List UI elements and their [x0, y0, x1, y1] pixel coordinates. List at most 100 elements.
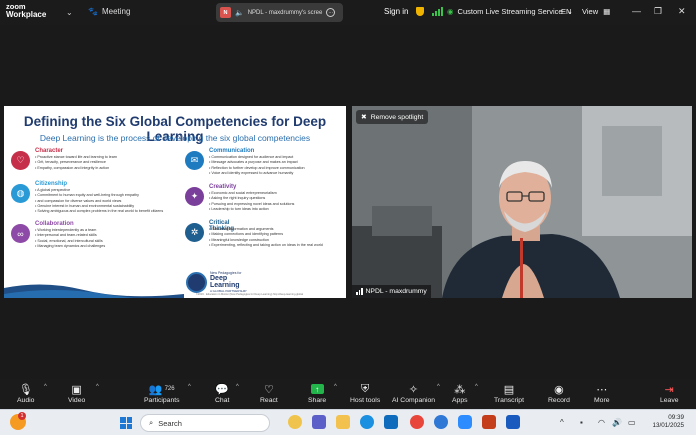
participant-video-feed — [352, 106, 692, 298]
share-title: NPDL - maxdrummy's scree — [247, 9, 323, 16]
share-options-chevron-icon[interactable]: ^ — [334, 384, 337, 390]
apps-options-chevron-icon[interactable]: ^ — [475, 384, 478, 390]
chat-options-chevron-icon[interactable]: ^ — [236, 384, 239, 390]
teams-tray-icon[interactable]: ▪ — [580, 418, 583, 427]
react-button[interactable]: ♡ React — [260, 381, 278, 405]
slide-footer: ©2019 · Education in Motion (New Pedagog… — [196, 293, 304, 296]
heart-icon: ♡ — [11, 151, 30, 170]
ai-companion-label: AI Companion — [392, 397, 436, 404]
participant-video-tile[interactable]: ✖ Remove spotlight NPDL - maxdrummy — [352, 106, 692, 298]
show-hidden-icons-chevron-icon[interactable]: ^ — [560, 418, 564, 427]
security-shield-icon[interactable] — [416, 7, 424, 16]
share-screen-icon: ↑ — [310, 384, 324, 394]
chrome-profile-icon[interactable] — [434, 415, 448, 429]
word-app-icon[interactable] — [506, 415, 520, 429]
chat-bubble-icon: 💬 — [215, 383, 230, 396]
minimize-icon[interactable]: — — [632, 6, 641, 16]
host-tools-label: Host tools — [350, 397, 381, 404]
host-tools-button[interactable]: ⛨ Host tools — [350, 381, 381, 405]
copilot-app-icon[interactable] — [288, 415, 302, 429]
taskbar-search-box[interactable]: ⌕ Search — [140, 414, 270, 432]
slide-subtitle: Deep Learning is the process of developi… — [39, 133, 311, 143]
sign-in-link[interactable]: Sign in — [384, 7, 408, 16]
ai-companion-button[interactable]: ✧ AI Companion — [392, 381, 436, 405]
view-label: View — [582, 7, 599, 16]
participants-button[interactable]: 👥 726 Participants — [144, 381, 180, 405]
audio-button[interactable]: 🎙 Audio — [17, 381, 35, 405]
network-icon: ✲ — [185, 223, 204, 242]
battery-icon[interactable]: ▭ — [628, 418, 636, 427]
npdl-logo-mark — [186, 271, 207, 293]
video-camera-icon: ▣ — [71, 383, 82, 396]
apps-button[interactable]: ⁂ Apps — [452, 381, 468, 405]
bullet: Interpersonal and team-related skills — [35, 233, 105, 238]
language-selector[interactable]: EN — [561, 7, 571, 16]
audio-label: Audio — [17, 397, 35, 404]
more-label: More — [594, 397, 610, 404]
screen-share-indicator[interactable]: N 🔈 NPDL - maxdrummy's scree ⋯ — [216, 3, 343, 22]
clock-time: 09:39 — [668, 414, 684, 421]
bullet: Voice and identity expressed to advance … — [209, 171, 305, 176]
chat-button[interactable]: 💬 Chat — [215, 381, 230, 405]
share-label: Share — [308, 397, 327, 404]
live-streaming-status[interactable]: ◉ Custom Live Streaming Service ⌄ — [447, 7, 573, 16]
search-placeholder: Search — [158, 418, 182, 428]
chrome-browser-icon[interactable] — [410, 415, 424, 429]
wifi-icon[interactable]: ◠ — [598, 418, 605, 427]
zoom-app-icon[interactable] — [458, 415, 472, 429]
slide-wave-decoration — [4, 284, 184, 298]
remove-spotlight-button[interactable]: ✖ Remove spotlight — [356, 110, 429, 124]
search-icon: ⌕ — [149, 418, 154, 427]
participant-name-tag: NPDL - maxdrummy — [352, 285, 431, 298]
bullet: Managing team dynamics and challenges — [35, 244, 105, 249]
leave-button[interactable]: ⇥ Leave — [660, 381, 679, 405]
participant-name: NPDL - maxdrummy — [365, 288, 427, 295]
ai-companion-options-chevron-icon[interactable]: ^ — [437, 384, 440, 390]
file-explorer-icon[interactable] — [336, 415, 350, 429]
app-logo: zoom Workplace — [6, 3, 46, 19]
powerpoint-app-icon[interactable] — [482, 415, 496, 429]
bullet: Empathy, compassion and integrity in act… — [35, 166, 117, 171]
record-button[interactable]: ◉ Record — [548, 381, 570, 405]
competency-name: Citizenship — [35, 181, 68, 187]
teams-app-icon[interactable] — [312, 415, 326, 429]
bullet: Grit, tenacity, perseverance and resilie… — [35, 160, 117, 165]
shared-screen-slide[interactable]: Defining the Six Global Competencies for… — [4, 106, 346, 298]
bullet: Experimenting, reflecting and taking act… — [209, 243, 323, 248]
transcript-button[interactable]: ▤ Transcript — [494, 381, 524, 405]
volume-icon[interactable]: 🔊 — [612, 418, 622, 427]
more-button[interactable]: ⋯ More — [594, 381, 610, 405]
edge-browser-icon[interactable] — [360, 415, 374, 429]
meeting-label: Meeting — [101, 7, 131, 16]
more-icon: ⋯ — [596, 383, 608, 396]
close-icon[interactable]: ✕ — [678, 6, 686, 17]
live-streaming-label: Custom Live Streaming Service — [457, 7, 563, 16]
pin-icon: ✖ — [361, 114, 367, 121]
clock-date: 13/01/2025 — [652, 422, 684, 429]
meeting-tab[interactable]: 🐾 Meeting — [88, 7, 130, 16]
restore-icon[interactable]: ❐ — [654, 6, 662, 17]
video-options-chevron-icon[interactable]: ^ — [96, 384, 99, 390]
view-menu[interactable]: View ▦ — [582, 7, 610, 16]
more-options-icon[interactable]: ⋯ — [326, 8, 336, 17]
microphone-icon: 🎙 — [18, 383, 33, 396]
logo-line2b: Learning — [210, 282, 240, 289]
bullet: Message advocates a purpose and makes an… — [209, 160, 305, 165]
npdl-logo: New Pedagogies for Deep Learning A GLOBA… — [186, 271, 246, 293]
connection-signal-icon[interactable] — [432, 7, 443, 16]
windows-start-icon[interactable] — [120, 417, 132, 429]
app-logo-line2: Workplace — [6, 10, 47, 19]
share-button[interactable]: ↑ Share — [308, 381, 326, 404]
video-label: Video — [68, 397, 86, 404]
live-stream-icon: ◉ — [447, 7, 454, 16]
video-button[interactable]: ▣ Video — [68, 381, 86, 405]
outlook-app-icon[interactable] — [384, 415, 398, 429]
globe-icon: ◍ — [11, 184, 30, 203]
transcript-label: Transcript — [494, 397, 524, 404]
app-menu-chevron-icon[interactable]: ⌄ — [66, 8, 73, 17]
taskbar-clock[interactable]: 09:39 13/01/2025 — [644, 414, 684, 430]
grid-icon: ▦ — [603, 7, 611, 16]
participants-options-chevron-icon[interactable]: ^ — [188, 384, 191, 390]
remove-spotlight-label: Remove spotlight — [370, 113, 424, 121]
audio-options-chevron-icon[interactable]: ^ — [44, 384, 47, 390]
